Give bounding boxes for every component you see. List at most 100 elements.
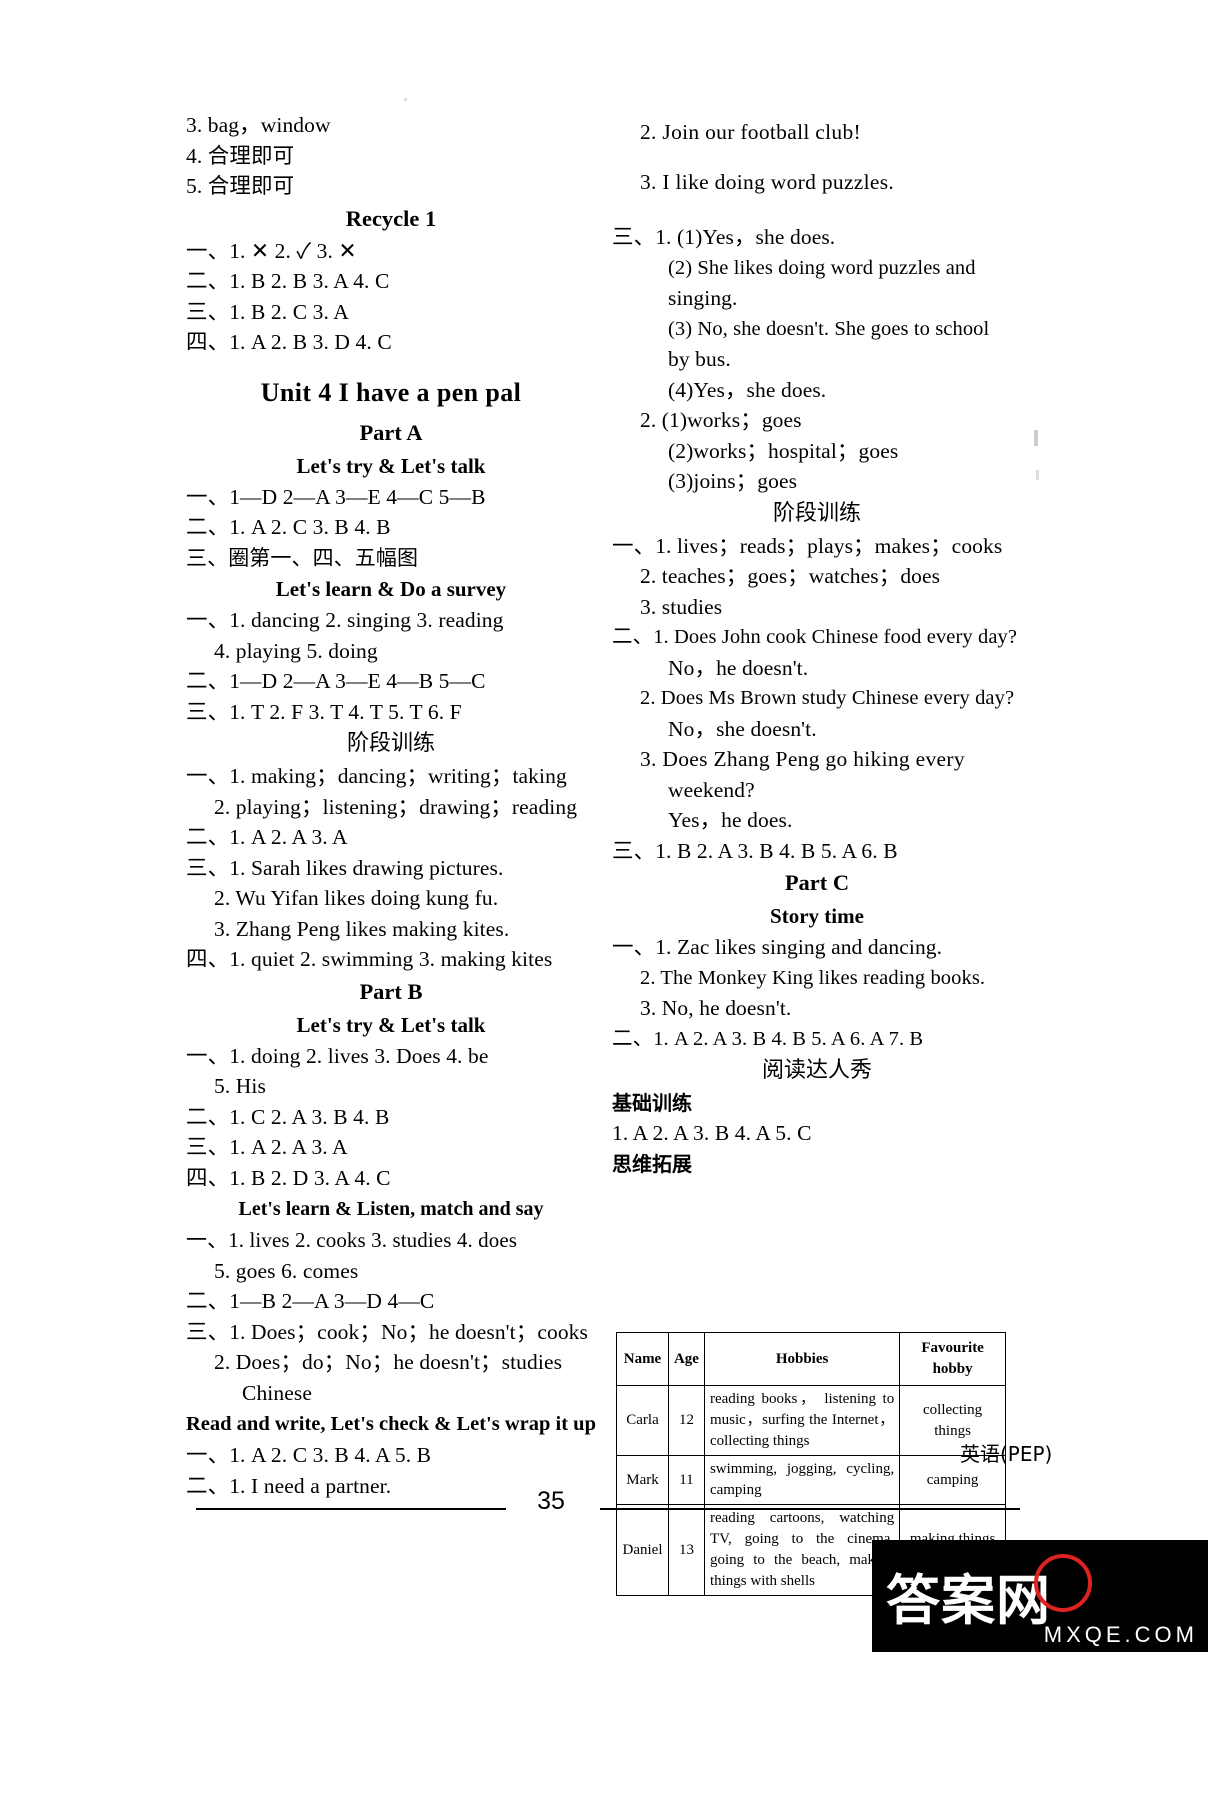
answer-line: 三、1. Does；cook；No；he doesn't；cooks bbox=[186, 1319, 588, 1344]
answer-line: 一、1. ✕ 2. ✓ 3. ✕ bbox=[186, 238, 357, 263]
answer-line: (3) No, she doesn't. She goes to school bbox=[668, 317, 990, 340]
answer-line: (4)Yes，she does. bbox=[668, 377, 827, 402]
subject-label: 英语(PEP) bbox=[960, 1442, 1053, 1466]
answer-line: weekend? bbox=[668, 777, 755, 802]
answer-line: 一、1. dancing 2. singing 3. reading bbox=[186, 608, 504, 632]
answer-line: 二、1. B 2. B 3. A 4. C bbox=[186, 269, 390, 293]
answer-line: 一、1. A 2. C 3. B 4. A 5. B bbox=[186, 1443, 432, 1467]
answer-line: (2)works；hospital；goes bbox=[668, 438, 899, 463]
unit-title: Unit 4 I have a pen pal bbox=[260, 377, 522, 407]
answer-line: 2. (1)works；goes bbox=[640, 408, 802, 432]
answer-line: 二、1. C 2. A 3. B 4. B bbox=[186, 1104, 390, 1129]
table-header-row: Name Age Hobbies Favourite hobby bbox=[616, 1332, 1006, 1386]
subsection-heading-basic-training: 基础训练 bbox=[612, 1091, 692, 1115]
page-number: 35 bbox=[537, 1487, 565, 1515]
answer-line: 一、1. lives；reads；plays；makes；cooks bbox=[612, 533, 1003, 558]
scan-speck bbox=[1034, 430, 1038, 446]
answer-line: 2. Does Ms Brown study Chinese every day… bbox=[640, 687, 1015, 709]
table-row: Carla 12 reading books， listening to mus… bbox=[616, 1385, 1006, 1456]
answer-line: 5. 合理即可 bbox=[186, 174, 295, 198]
answer-line: 三、1. A 2. A 3. A bbox=[186, 1135, 348, 1159]
answer-key-page: 3. bag，window 4. 合理即可 5. 合理即可 Recycle 1 … bbox=[0, 0, 1208, 1800]
answer-line: 4. playing 5. doing bbox=[214, 638, 378, 663]
answer-line: 2. The Monkey King likes reading books. bbox=[640, 966, 986, 989]
cell-name: Mark bbox=[616, 1455, 669, 1505]
answer-line: 三、1. B 2. C 3. A bbox=[186, 299, 349, 324]
answer-line: 三、1. Sarah likes drawing pictures. bbox=[186, 855, 504, 880]
answer-line: 2. teaches；goes；watches；does bbox=[640, 564, 941, 588]
watermark-badge: 答案网 MXQE.COM bbox=[872, 1540, 1208, 1652]
answer-line: 2. Does；do；No；he doesn't；studies bbox=[214, 1350, 563, 1374]
answer-line: 3. No, he doesn't. bbox=[640, 996, 792, 1020]
cell-hobbies: swimming, jogging, cycling, camping bbox=[703, 1455, 901, 1505]
column-header-hobbies: Hobbies bbox=[703, 1332, 901, 1386]
answer-line: 三、1. T 2. F 3. T 4. T 5. T 6. F bbox=[186, 699, 462, 724]
answer-line: 4. 合理即可 bbox=[186, 143, 295, 168]
answer-line: 2. playing；listening；drawing；reading bbox=[214, 794, 578, 819]
answer-line: 一、1. doing 2. lives 3. Does 4. be bbox=[186, 1043, 489, 1068]
answer-line: 四、1. quiet 2. swimming 3. making kites bbox=[186, 947, 553, 971]
answer-line: 3. I like doing word puzzles. bbox=[640, 170, 895, 194]
cell-hobbies: reading cartoons, watching TV, going to … bbox=[703, 1504, 901, 1596]
section-heading-stage-training: 阶段训练 bbox=[346, 731, 435, 756]
answer-line: by bus. bbox=[668, 347, 731, 371]
footer-rules bbox=[0, 1508, 1208, 1510]
answer-line: Chinese bbox=[242, 1380, 312, 1405]
subsection-heading: Story time bbox=[770, 904, 864, 928]
cell-age: 13 bbox=[667, 1504, 705, 1596]
answer-line: 三、1. B 2. A 3. B 4. B 5. A 6. B bbox=[612, 838, 898, 863]
column-header-age: Age bbox=[667, 1332, 705, 1386]
cell-name: Carla bbox=[616, 1385, 669, 1456]
answer-line: 三、圈第一、四、五幅图 bbox=[186, 545, 419, 570]
column-header-name: Name bbox=[616, 1332, 669, 1386]
answer-line: 5. goes 6. comes bbox=[214, 1258, 359, 1283]
subsection-heading-thinking-expansion: 思维拓展 bbox=[612, 1151, 692, 1176]
answer-line: singing. bbox=[668, 286, 738, 310]
watermark-circle-icon bbox=[1034, 1554, 1092, 1612]
answer-line: 一、1. Zac likes singing and dancing. bbox=[612, 935, 943, 959]
subsection-heading: Let's learn & Listen, match and say bbox=[238, 1198, 544, 1220]
subsection-heading: Let's try & Let's talk bbox=[296, 453, 486, 478]
section-heading-part-a: Part A bbox=[359, 419, 423, 445]
answer-line: 一、1. lives 2. cooks 3. studies 4. does bbox=[186, 1228, 518, 1252]
answer-line: 2. Join our football club! bbox=[640, 120, 861, 144]
scan-speck bbox=[1036, 470, 1039, 480]
answer-line: 3. Does Zhang Peng go hiking every bbox=[640, 747, 965, 771]
answer-line: 三、1. (1)Yes，she does. bbox=[612, 225, 836, 249]
watermark-url: MXQE.COM bbox=[1043, 1622, 1198, 1647]
left-column: 3. bag，window 4. 合理即可 5. 合理即可 Recycle 1 … bbox=[186, 110, 596, 1501]
answer-line: 1. A 2. A 3. B 4. A 5. C bbox=[612, 1121, 812, 1145]
footer-rule-right bbox=[600, 1508, 1020, 1510]
answer-line: 四、1. A 2. B 3. D 4. C bbox=[186, 330, 392, 354]
answer-line: Yes，he does. bbox=[668, 808, 793, 832]
answer-line: 二、1. Does John cook Chinese food every d… bbox=[612, 626, 1018, 648]
cell-hobbies: reading books， listening to music，surfin… bbox=[703, 1385, 901, 1456]
answer-line: 一、1. making；dancing；writing；taking bbox=[186, 764, 567, 788]
section-heading-recycle1: Recycle 1 bbox=[345, 205, 437, 231]
answer-line: 5. His bbox=[214, 1074, 266, 1098]
cell-age: 12 bbox=[667, 1385, 705, 1456]
watermark-text: 答案网 bbox=[886, 1569, 1051, 1632]
section-heading-reading-star: 阅读达人秀 bbox=[761, 1058, 872, 1083]
answer-line: (3)joins；goes bbox=[668, 469, 798, 493]
answer-line: 一、1—D 2—A 3—E 4—C 5—B bbox=[186, 484, 486, 509]
right-column: 2. Join our football club! 3. I like doi… bbox=[612, 110, 1022, 1179]
section-heading-part-b: Part B bbox=[359, 978, 423, 1004]
answer-line: No，he doesn't. bbox=[668, 655, 809, 680]
column-header-favourite-hobby: Favourite hobby bbox=[899, 1332, 1006, 1386]
table-row: Mark 11 swimming, jogging, cycling, camp… bbox=[616, 1455, 1006, 1505]
subsection-heading: Let's learn & Do a survey bbox=[275, 577, 507, 601]
footer-rule-left bbox=[196, 1508, 506, 1510]
cell-name: Daniel bbox=[616, 1504, 669, 1596]
cell-age: 11 bbox=[667, 1455, 705, 1505]
answer-line: 3. Zhang Peng likes making kites. bbox=[214, 916, 510, 941]
section-heading-part-c: Part C bbox=[784, 870, 850, 895]
answer-line: 2. Wu Yifan likes doing kung fu. bbox=[214, 886, 499, 910]
subsection-heading: Let's try & Let's talk bbox=[296, 1012, 486, 1037]
answer-line: 3. studies bbox=[640, 594, 723, 619]
answer-line: (2) She likes doing word puzzles and bbox=[668, 256, 976, 279]
answer-line: 二、1. A 2. A 3. B 4. B 5. A 6. A 7. B bbox=[612, 1027, 924, 1050]
subsection-heading: Read and write, Let's check & Let's wrap… bbox=[186, 1413, 596, 1435]
answer-line: 二、1. A 2. C 3. B 4. B bbox=[186, 515, 391, 539]
answer-line: 二、1—D 2—A 3—E 4—B 5—C bbox=[186, 669, 486, 693]
